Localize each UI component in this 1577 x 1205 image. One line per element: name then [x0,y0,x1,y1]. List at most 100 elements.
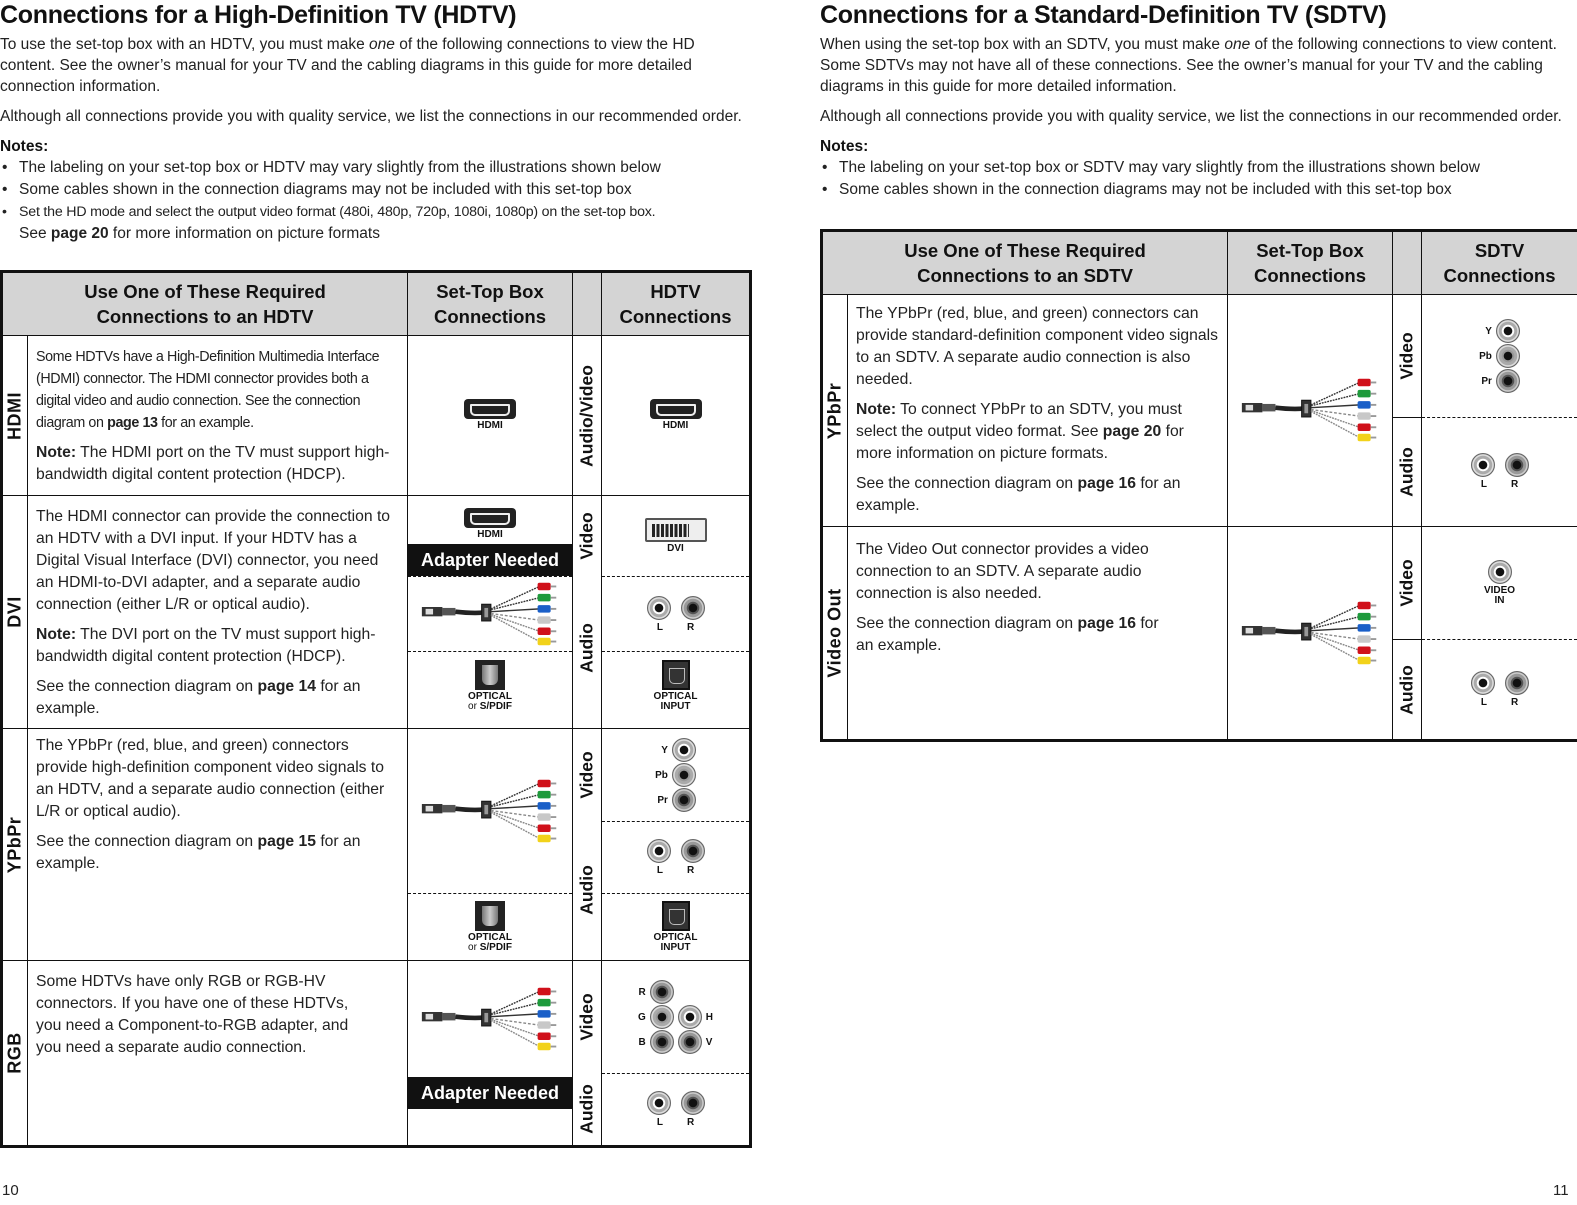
port-label-text: S/PDIF [479,941,512,953]
description-text: See the connection diagram on page 14 fo… [36,676,399,720]
port-label: R [1510,479,1519,490]
tv-audio-group: LR [602,1073,749,1145]
note-text: See page 20 for more information on pict… [19,225,380,242]
header-stb: Set-Top Box Connections [407,271,573,336]
row-label-cell: Video Out [821,526,848,741]
stb-optical-group: OPTICAL or S/PDIF [408,893,572,959]
jack-icon [1495,369,1520,393]
dvi-port-icon [644,518,707,542]
row-label-hdmi: HDMI [4,391,25,440]
port-label: L [656,621,663,633]
stb-optical-group: OPTICAL or S/PDIF [408,651,572,719]
tv-audio-group: LR [602,576,749,651]
audio-labels: LR [1481,479,1518,490]
signal-label: Audio [1396,446,1417,497]
description-text: See the connection diagram on [856,615,1078,632]
stb-audio-group [408,576,572,651]
description-text: See the connection diagram on [36,678,258,695]
component-jacks: Y Pb Pr [655,738,696,812]
stb-component-group [1228,295,1392,525]
stb-cell: Adapter Needed [407,960,573,1147]
description-text: See the connection diagram on [856,475,1078,492]
note-item: The labeling on your set-top box or HDTV… [0,157,752,179]
component-cable-icon [1235,375,1385,445]
description-text: The YPbPr (red, blue, and green) connect… [36,737,385,820]
row-label-cell: RGB [1,960,28,1147]
row-description: Some HDTVs have only RGB or RGB-HV conne… [27,960,408,1147]
port-label: V [705,1036,713,1048]
signal-label: Audio [576,622,597,673]
port-label: HDMI [662,420,689,431]
description-text: Some HDTVs have only RGB or RGB-HV conne… [36,973,349,1056]
note-item: Some cables shown in the connection diag… [0,179,752,201]
note-paragraph: Note: The DVI port on the TV must suppor… [36,624,399,668]
signal-cell: Video Audio [1392,294,1422,527]
tv-audio-group: LR [1422,417,1577,525]
tv-video-group: Y Pb Pr [1422,295,1577,417]
port-label-text: or [468,700,480,712]
page-title-hdtv: Connections for a High-Definition TV (HD… [0,1,517,29]
jack-pb: Pb [655,763,696,787]
header-tv: SDTV Connections [1421,230,1577,295]
jack-b: B [639,1030,674,1054]
component-cable-icon [415,984,565,1054]
jack-h: H [677,1005,713,1029]
jack-y: Y [1485,319,1520,343]
signal-video: Video [573,961,601,1073]
tv-cell: Y Pb Pr LR OPTICAL INPUT [601,728,751,961]
audio-labels: LR [1481,697,1518,708]
hdmi-port-icon [464,399,516,419]
signal-audio: Audio [1393,417,1421,525]
signal-cell: Video Audio [1392,526,1422,741]
port-label: Pr [657,794,668,806]
jack-icon [649,1030,674,1054]
port-label-text: IN [1494,595,1505,606]
jack-pb: Pb [1479,344,1520,368]
signal-label: Video [576,751,597,799]
note-item: The labeling on your set-top box or SDTV… [820,157,1577,179]
note-text: The DVI port on the TV must support high… [36,626,376,665]
page-reference: page 13 [107,415,158,431]
stb-cell [1227,526,1393,741]
row-description: Some HDTVs have a High-Definition Multim… [27,335,408,496]
port-label: L [656,1117,663,1128]
tv-video-group: Y Pb Pr [602,729,749,821]
port-label: R [686,865,695,876]
hdtv-connections-table: Use One of These Required Connections to… [0,270,752,1148]
note-text: The HDMI port on the TV must support hig… [36,444,390,483]
header-stb: Set-Top Box Connections [1227,230,1393,295]
intro-hdtv: To use the set-top box with an HDTV, you… [0,34,752,245]
port-label: Pr [1481,375,1492,387]
signal-audio: Audio [573,821,601,959]
page-reference: page 15 [257,833,316,850]
intro-emphasis: one [1224,36,1251,53]
audio-right-jack-icon [1504,453,1529,477]
audio-right-jack-icon [1504,671,1529,695]
page-reference: page 16 [1077,615,1136,632]
jack-v: V [677,1030,713,1054]
optical-port-icon [475,659,505,690]
stb-port-group: HDMI [408,336,572,494]
description-text: See the connection diagram on page 15 fo… [36,831,399,875]
port-label-text: INPUT [660,941,691,953]
audio-labels: LR [657,865,694,876]
table-header-row: Use One of These Required Connections to… [1,271,751,336]
signal-audio: Audio [573,576,601,719]
audio-jacks [646,1091,705,1115]
port-label: OPTICAL INPUT [654,932,698,953]
audio-left-jack-icon [646,839,671,863]
signal-label: Video [576,512,597,560]
note-text: Set the HD mode and select the output vi… [19,204,656,220]
audio-jacks [646,839,705,863]
signal-label: Video [576,993,597,1041]
header-required: Use One of These Required Connections to… [1,271,408,336]
tv-cell: HDMI [601,335,751,496]
table-row-dvi: DVI The HDMI connector can provide the c… [1,495,751,729]
jack-icon [677,1005,702,1029]
stb-cell: HDMI [407,335,573,496]
rgb-jacks: R G B [638,980,674,1054]
stb-component-group [1228,527,1392,739]
tv-port-group: HDMI [602,336,749,494]
port-label-text: S/PDIF [479,700,512,712]
row-label-ypbpr: YPbPr [824,382,845,439]
